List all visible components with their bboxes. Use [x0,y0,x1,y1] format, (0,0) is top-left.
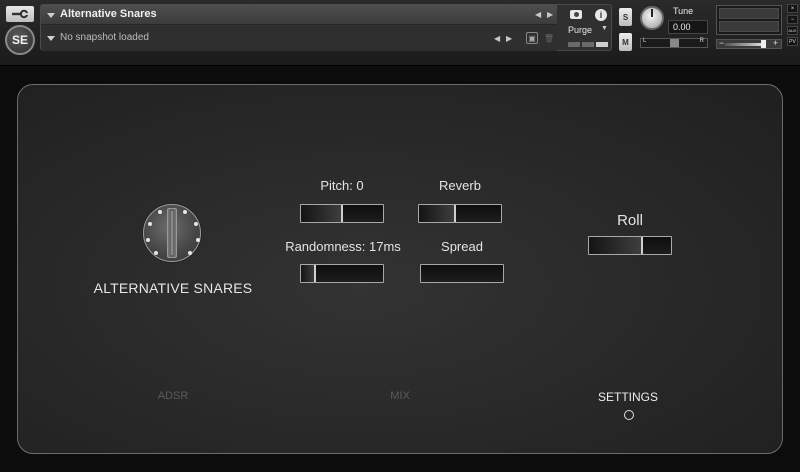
roll-slider[interactable] [588,236,672,255]
volume-slider[interactable]: − + [716,38,782,49]
randomness-slider[interactable] [300,264,384,283]
knob-marker-dot [183,210,187,214]
reverb-slider-handle[interactable] [454,205,457,222]
knob-marker-dot [194,222,198,226]
camera-icon[interactable] [570,10,582,19]
prev-snapshot-icon[interactable]: ◀ [494,34,500,43]
pan-left-label: L [643,38,647,44]
instrument-name-row: Alternative Snares ◀ ▶ [41,5,557,25]
level-meter-right [719,21,779,32]
instrument-knob[interactable] [143,204,201,262]
minimize-icon[interactable]: − [787,15,798,24]
instrument-panel: ALTERNATIVE SNARES Pitch: 0 Reverb Rando… [17,84,783,454]
instrument-header: SE Alternative Snares ◀ ▶ No snapshot lo… [0,0,800,66]
pitch-slider-handle[interactable] [341,205,343,222]
knob-marker-dot [196,238,200,242]
info-icon[interactable]: i [595,9,607,21]
pitch-label: Pitch: 0 [320,178,364,193]
knob-marker-dot [188,251,192,255]
prev-instrument-icon[interactable]: ◀ [535,10,541,19]
close-icon[interactable]: × [787,4,798,13]
pitch-slider[interactable] [300,204,384,223]
reverb-label: Reverb [439,178,481,193]
roll-label: Roll [617,212,643,229]
wrench-icon [12,9,29,19]
instrument-name[interactable]: Alternative Snares [60,8,157,20]
aux-button[interactable]: AUX [787,26,798,35]
volume-fill [725,43,763,46]
purge-dropdown-icon[interactable]: ▼ [601,25,608,32]
knob-marker-dot [148,222,152,226]
volume-plus-label: + [772,38,778,48]
tune-knob[interactable] [640,6,664,30]
active-tab-indicator [624,410,634,420]
instrument-menu-arrow-icon[interactable] [47,13,55,18]
randomness-slider-handle[interactable] [313,265,316,282]
tab-adsr[interactable]: ADSR [138,390,208,402]
tune-value[interactable]: 0.00 [668,20,708,34]
instrument-title: ALTERNATIVE SNARES [93,280,253,296]
pan-right-label: R [699,38,704,44]
wrench-button[interactable] [6,6,34,22]
memory-meter-segment [582,42,594,47]
snapshot-row: No snapshot loaded ◀ ▶ ▣ 🗑 [41,26,557,51]
knob-marker-dot [154,251,158,255]
tab-settings[interactable]: SETTINGS [588,390,668,404]
volume-handle[interactable] [761,40,766,48]
brand-logo: SE [5,25,35,55]
level-meter [716,5,782,35]
spread-slider[interactable] [420,264,504,283]
memory-meter-segment [568,42,580,47]
tune-label: Tune [673,6,694,16]
pan-handle[interactable] [670,39,679,47]
knob-marker-dot [146,238,150,242]
reverb-slider-fill [419,205,456,222]
pitch-slider-fill [301,205,342,222]
snapshot-menu-arrow-icon[interactable] [47,36,55,41]
next-instrument-icon[interactable]: ▶ [547,10,553,19]
memory-meter-segment [596,42,608,47]
solo-button[interactable]: S [619,8,632,26]
instrument-info-box: Alternative Snares ◀ ▶ No snapshot loade… [40,4,612,51]
pan-slider[interactable]: L R [640,38,708,48]
next-snapshot-icon[interactable]: ▶ [506,34,512,43]
pv-button[interactable]: PV [787,37,798,46]
volume-minus-label: − [719,38,725,48]
knob-marker-dot [158,210,162,214]
knob-grip [167,208,177,258]
reverb-slider[interactable] [418,204,502,223]
purge-menu[interactable]: Purge [568,25,592,35]
mute-button[interactable]: M [619,33,632,51]
trash-icon[interactable]: 🗑 [543,32,555,44]
level-meter-left [719,8,779,19]
snapshot-name[interactable]: No snapshot loaded [60,32,149,43]
roll-slider-handle[interactable] [641,237,644,254]
randomness-slider-fill [301,265,315,282]
save-icon[interactable]: ▣ [526,32,538,44]
roll-slider-fill [589,237,643,254]
tab-mix[interactable]: MIX [365,390,435,402]
spread-label: Spread [441,239,483,254]
randomness-label: Randomness: 17ms [285,239,401,254]
